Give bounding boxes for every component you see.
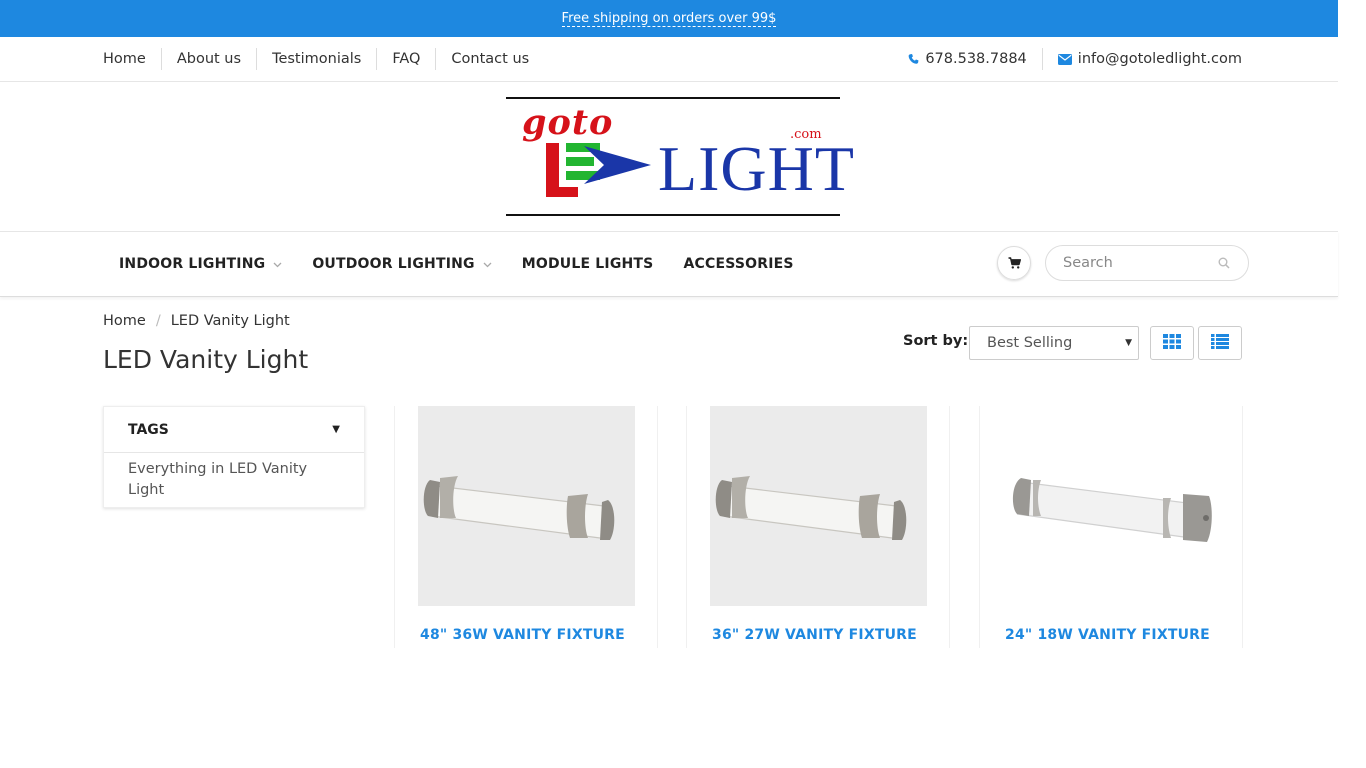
phone-number: 678.538.7884 <box>925 51 1027 67</box>
cart-button[interactable] <box>997 246 1031 280</box>
list-view-button[interactable] <box>1198 326 1242 360</box>
product-name[interactable]: 48" 36W VANITY FIXTURE <box>420 627 625 643</box>
list-icon <box>1211 333 1229 353</box>
tags-title: TAGS <box>128 421 169 438</box>
top-nav-home[interactable]: Home <box>103 48 161 70</box>
top-nav-about[interactable]: About us <box>160 48 256 70</box>
nav-accessories-label: ACCESSORIES <box>683 256 794 272</box>
announcement-bar: Free shipping on orders over 99$ <box>0 0 1338 37</box>
sort-selected-value: Best Selling <box>987 335 1073 351</box>
logo-goto-text: goto <box>522 102 614 143</box>
nav-outdoor-lighting-label: OUTDOOR LIGHTING <box>312 256 475 272</box>
phone-link[interactable]: 678.538.7884 <box>893 48 1041 70</box>
contact-info: 678.538.7884 info@gotoledlight.com <box>893 37 1242 81</box>
grid-icon <box>1163 333 1181 353</box>
search-box <box>1045 245 1249 281</box>
tag-link-everything[interactable]: Everything in LED Vanity Light <box>104 453 364 507</box>
product-image[interactable] <box>418 406 635 606</box>
grid-view-button[interactable] <box>1150 326 1194 360</box>
nav-module-lights-label: MODULE LIGHTS <box>521 256 654 272</box>
caret-down-icon: ▼ <box>332 424 340 435</box>
select-arrow-icon: ▼ <box>1125 338 1132 348</box>
sort-select[interactable]: Best Selling ▼ <box>969 326 1139 360</box>
top-nav-faq[interactable]: FAQ <box>376 48 435 70</box>
chevron-down-icon <box>483 258 492 271</box>
breadcrumb-current: LED Vanity Light <box>170 313 290 329</box>
sort-label: Sort by: <box>903 333 969 349</box>
nav-indoor-lighting-label: INDOOR LIGHTING <box>119 256 266 272</box>
product-name[interactable]: 24" 18W VANITY FIXTURE <box>1005 627 1210 643</box>
product-image[interactable] <box>710 406 927 606</box>
envelope-icon <box>1057 53 1072 65</box>
search-icon[interactable] <box>1218 257 1230 269</box>
top-bar: Home About us Testimonials FAQ Contact u… <box>0 37 1338 82</box>
logo[interactable]: goto .com LIGHT <box>506 97 854 216</box>
top-nav: Home About us Testimonials FAQ Contact u… <box>103 37 544 81</box>
breadcrumb: Home / LED Vanity Light <box>103 311 290 331</box>
top-nav-testimonials[interactable]: Testimonials <box>256 48 376 70</box>
cart-icon <box>1008 254 1021 273</box>
nav-accessories[interactable]: ACCESSORIES <box>683 256 793 272</box>
logo-area: goto .com LIGHT <box>0 82 1338 232</box>
phone-icon <box>908 53 919 65</box>
nav-indoor-lighting[interactable]: INDOOR LIGHTING <box>119 256 282 272</box>
main-menu: INDOOR LIGHTING OUTDOOR LIGHTING MODULE … <box>119 232 824 296</box>
tags-header[interactable]: TAGS ▼ <box>104 407 364 453</box>
announcement-link[interactable]: Free shipping on orders over 99$ <box>561 11 777 27</box>
product-image[interactable] <box>1003 406 1220 606</box>
product-card[interactable]: 36" 27W VANITY FIXTURE <box>686 406 950 648</box>
chevron-down-icon <box>273 258 282 271</box>
top-nav-contact[interactable]: Contact us <box>435 48 544 70</box>
breadcrumb-separator: / <box>155 313 161 329</box>
search-input[interactable] <box>1046 246 1216 280</box>
logo-light-text: LIGHT <box>658 133 855 204</box>
main-nav: INDOOR LIGHTING OUTDOOR LIGHTING MODULE … <box>0 231 1338 297</box>
breadcrumb-home[interactable]: Home <box>103 311 146 331</box>
nav-module-lights[interactable]: MODULE LIGHTS <box>522 256 654 272</box>
email-link[interactable]: info@gotoledlight.com <box>1041 48 1242 70</box>
nav-outdoor-lighting[interactable]: OUTDOOR LIGHTING <box>312 256 492 272</box>
product-card[interactable]: 24" 18W VANITY FIXTURE <box>979 406 1243 648</box>
product-card[interactable]: 48" 36W VANITY FIXTURE <box>394 406 658 648</box>
page-title: LED Vanity Light <box>103 345 309 374</box>
product-name[interactable]: 36" 27W VANITY FIXTURE <box>712 627 917 643</box>
tags-widget: TAGS ▼ Everything in LED Vanity Light <box>103 406 365 508</box>
email-address: info@gotoledlight.com <box>1077 51 1242 67</box>
